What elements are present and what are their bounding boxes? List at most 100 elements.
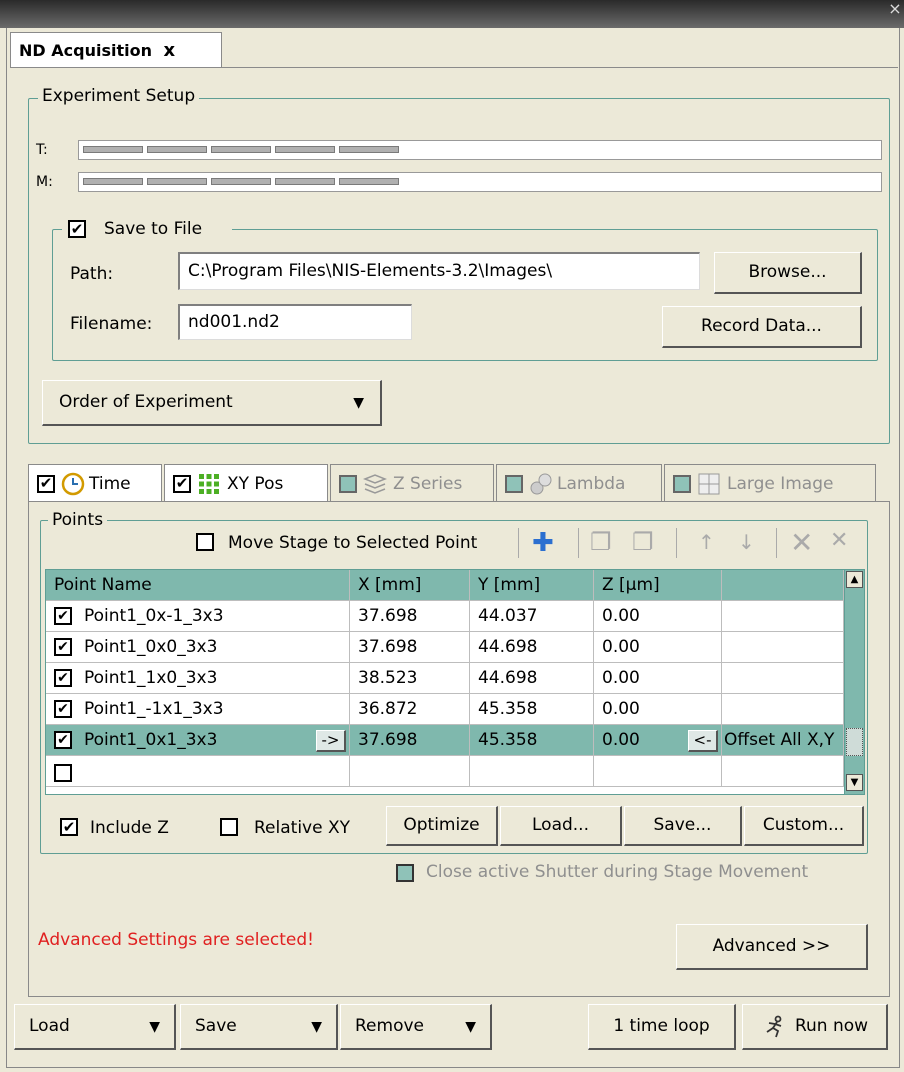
column-header-x[interactable]: X [mm]: [350, 570, 470, 601]
z-cell[interactable]: 0.00: [594, 694, 722, 725]
load-points-button-label: Load...: [532, 815, 589, 835]
point-enable-checkbox[interactable]: [54, 764, 72, 782]
time-progress-label: T:: [36, 142, 48, 158]
advanced-button[interactable]: Advanced >>: [676, 924, 868, 970]
table-scrollbar[interactable]: ▲ ▼: [844, 570, 864, 794]
relative-xy-checkbox[interactable]: [220, 818, 238, 836]
lambda-icon: [530, 473, 552, 494]
time-loop-button[interactable]: 1 time loop: [588, 1004, 736, 1050]
z-cell[interactable]: 0.00: [594, 601, 722, 632]
tab-z-series[interactable]: Z Series: [330, 464, 494, 502]
scroll-down-arrow[interactable]: ▼: [846, 774, 863, 791]
optimize-button[interactable]: Optimize: [386, 806, 498, 846]
order-of-experiment-dropdown[interactable]: Order of Experiment ▼: [42, 380, 382, 426]
copy-icon[interactable]: ❐: [590, 528, 612, 556]
tab-nd-acquisition[interactable]: ND Acquisition x: [10, 32, 222, 68]
load-dropdown-button[interactable]: Load ▼: [14, 1004, 176, 1050]
y-cell[interactable]: 44.698: [470, 663, 594, 694]
point-name-cell: Point1_0x-1_3x3: [84, 606, 224, 626]
point-name-cell: Point1_-1x1_3x3: [84, 699, 224, 719]
tab-close-icon[interactable]: x: [164, 40, 176, 61]
x-cell[interactable]: [350, 756, 470, 787]
move-down-icon[interactable]: ↓: [738, 530, 755, 554]
tab-time-label: Time: [89, 473, 131, 494]
time-enable-checkbox[interactable]: ✔: [37, 474, 55, 493]
save-to-file-checkbox[interactable]: ✔: [68, 220, 86, 238]
points-legend: Points: [48, 510, 108, 530]
filename-input[interactable]: nd001.nd2: [178, 304, 412, 340]
delete-all-icon[interactable]: ✕: [830, 528, 848, 553]
y-cell[interactable]: 44.037: [470, 601, 594, 632]
z-cell[interactable]: [594, 756, 722, 787]
extra-cell: [722, 632, 844, 663]
paste-icon[interactable]: ❐: [632, 528, 654, 556]
extra-cell: [722, 601, 844, 632]
delete-icon[interactable]: ✕: [790, 526, 813, 559]
browse-button-label: Browse...: [748, 262, 827, 282]
time-progress-bar: [78, 140, 882, 160]
point-enable-checkbox[interactable]: ✔: [54, 731, 72, 749]
load-points-button[interactable]: Load...: [500, 806, 622, 846]
x-cell[interactable]: 37.698: [350, 725, 470, 756]
table-row[interactable]: Point1_-1x1_3x3: [46, 694, 350, 725]
z-series-enable-checkbox[interactable]: [339, 474, 357, 493]
run-now-button[interactable]: Run now: [742, 1004, 888, 1050]
x-cell[interactable]: 38.523: [350, 663, 470, 694]
table-row-empty[interactable]: [46, 756, 350, 787]
remove-dropdown-button[interactable]: Remove ▼: [340, 1004, 492, 1050]
path-value: C:\Program Files\NIS-Elements-3.2\Images…: [188, 261, 553, 281]
table-row-selected[interactable]: Point1_0x1_3x3: [46, 725, 350, 756]
column-header-extra[interactable]: [722, 570, 844, 601]
xy-pos-enable-checkbox[interactable]: ✔: [173, 474, 191, 493]
custom-button[interactable]: Custom...: [744, 806, 864, 846]
column-header-y[interactable]: Y [mm]: [470, 570, 594, 601]
x-cell[interactable]: 37.698: [350, 601, 470, 632]
table-row[interactable]: Point1_0x0_3x3: [46, 632, 350, 663]
point-enable-checkbox[interactable]: ✔: [54, 700, 72, 718]
browse-button[interactable]: Browse...: [714, 252, 862, 294]
points-table[interactable]: Point Name X [mm] Y [mm] Z [µm] Point1_0…: [45, 569, 865, 795]
y-cell[interactable]: 45.358: [470, 694, 594, 725]
remove-label: Remove: [355, 1016, 424, 1036]
scroll-up-arrow[interactable]: ▲: [846, 571, 863, 588]
read-position-button[interactable]: <-: [688, 730, 718, 752]
close-shutter-checkbox[interactable]: [396, 864, 414, 882]
x-cell[interactable]: 37.698: [350, 632, 470, 663]
filename-value: nd001.nd2: [188, 312, 280, 332]
save-dropdown-button[interactable]: Save ▼: [180, 1004, 338, 1050]
move-up-icon[interactable]: ↑: [698, 530, 715, 554]
move-stage-checkbox[interactable]: [196, 533, 214, 551]
point-enable-checkbox[interactable]: ✔: [54, 638, 72, 656]
window-close-icon[interactable]: ×: [888, 1, 902, 17]
column-header-point-name[interactable]: Point Name: [46, 570, 350, 601]
y-cell[interactable]: [470, 756, 594, 787]
y-cell[interactable]: 44.698: [470, 632, 594, 663]
large-image-enable-checkbox[interactable]: [673, 474, 691, 493]
z-cell[interactable]: 0.00: [594, 663, 722, 694]
table-row[interactable]: Point1_0x-1_3x3: [46, 601, 350, 632]
grid-icon: [199, 473, 219, 494]
record-data-button[interactable]: Record Data...: [662, 306, 862, 348]
optimize-button-label: Optimize: [403, 815, 480, 835]
tab-lambda[interactable]: Lambda: [496, 464, 662, 502]
scrollbar-thumb[interactable]: [846, 728, 863, 756]
point-enable-checkbox[interactable]: ✔: [54, 669, 72, 687]
offset-all-cell[interactable]: Offset All X,Y: [722, 725, 844, 756]
path-input[interactable]: C:\Program Files\NIS-Elements-3.2\Images…: [178, 252, 700, 290]
tab-large-image[interactable]: Large Image: [664, 464, 876, 502]
add-point-icon[interactable]: ✚: [532, 528, 554, 558]
point-enable-checkbox[interactable]: ✔: [54, 607, 72, 625]
z-cell[interactable]: 0.00: [594, 632, 722, 663]
save-points-button[interactable]: Save...: [624, 806, 742, 846]
y-cell[interactable]: 45.358: [470, 725, 594, 756]
x-cell[interactable]: 36.872: [350, 694, 470, 725]
tab-xy-pos[interactable]: ✔ XY Pos: [164, 464, 328, 502]
table-row[interactable]: Point1_1x0_3x3: [46, 663, 350, 694]
custom-button-label: Custom...: [762, 815, 845, 835]
lambda-enable-checkbox[interactable]: [505, 474, 523, 493]
column-header-z[interactable]: Z [µm]: [594, 570, 722, 601]
include-z-checkbox[interactable]: ✔: [60, 818, 78, 836]
tab-time[interactable]: ✔ Time: [28, 464, 162, 502]
clock-icon: [61, 472, 85, 495]
go-to-point-button[interactable]: ->: [316, 730, 346, 752]
